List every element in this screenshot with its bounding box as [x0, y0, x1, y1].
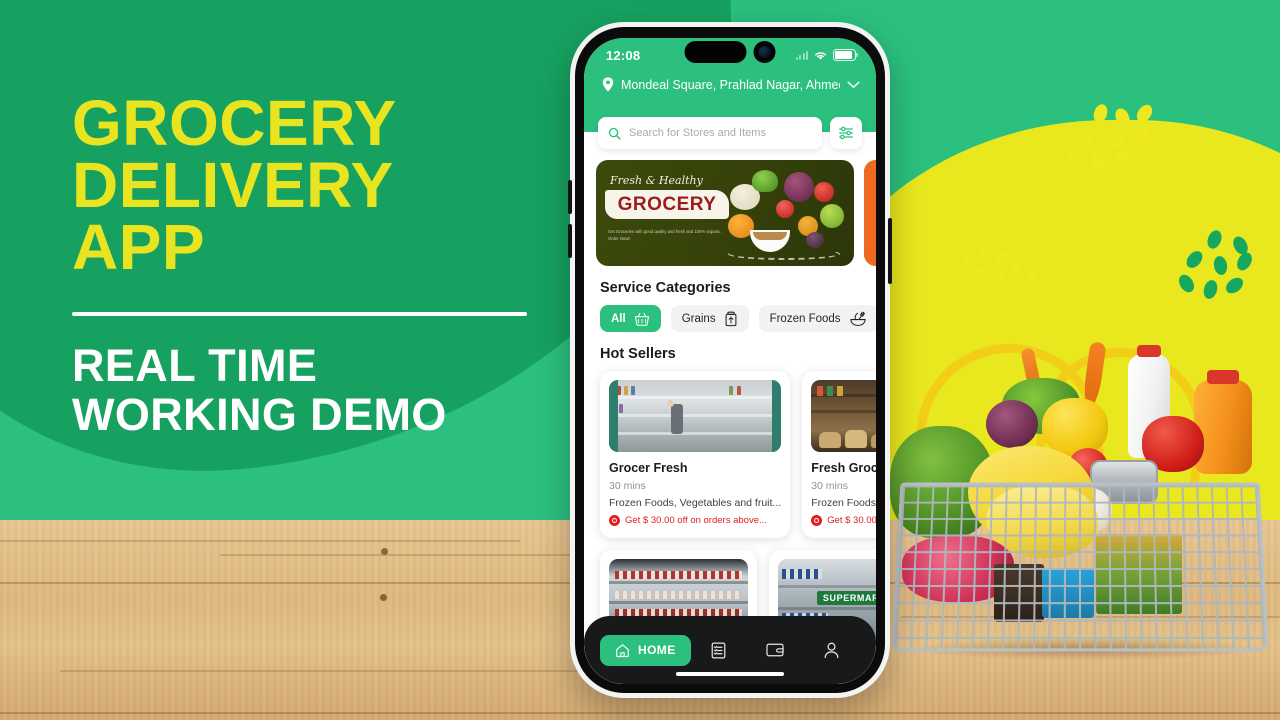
wifi-icon [815, 51, 826, 60]
dynamic-island [684, 41, 776, 63]
chevron-down-icon[interactable] [847, 81, 860, 89]
category-label: All [611, 312, 626, 325]
home-icon [616, 643, 629, 657]
filter-button[interactable] [830, 117, 862, 149]
supermarket-sign: SUPERMAR [816, 591, 876, 605]
page-title: GROCERY DELIVERY APP [72, 87, 542, 284]
banner-subtitle: Get Groceries with good quality and fres… [608, 229, 722, 242]
status-time: 12:08 [606, 47, 641, 63]
search-placeholder: Search for Stores and Items [629, 127, 766, 139]
basket-icon [634, 312, 649, 326]
service-categories-title: Service Categories [600, 280, 731, 296]
category-chip-list[interactable]: All Grains Frozen Foods [584, 305, 876, 332]
volume-up-button[interactable] [568, 180, 572, 214]
front-camera-icon [753, 41, 776, 63]
grocery-basket-photo [890, 337, 1280, 678]
store-card[interactable]: Grocer Fresh 30 mins Frozen Foods, Veget… [600, 371, 791, 538]
promo-banner-carousel[interactable]: Fresh & Healthy GROCERY Get Groceries wi… [584, 160, 876, 266]
subhead-line-1: REAL TIME [72, 340, 318, 392]
nav-item-home[interactable]: HOME [600, 634, 691, 666]
offer-tag-icon [811, 515, 823, 526]
store-categories: Frozen Foods, Vegetables and fruit... [609, 497, 782, 509]
headline-line-1: GROCERY [72, 87, 397, 159]
banner-grocery[interactable]: Fresh & Healthy GROCERY Get Groceries wi… [596, 160, 854, 266]
banner-secondary[interactable]: H T OF AN [864, 160, 876, 266]
banner-word: GROCERY [617, 193, 717, 215]
grapes-icon [986, 400, 1038, 448]
battery-icon [833, 49, 859, 61]
category-label: Frozen Foods [769, 312, 841, 325]
headline-line-2: DELIVERY [72, 149, 394, 222]
store-offer: Get $ 30.00 off on orders above... [609, 515, 781, 526]
promo-copy: GROCERY DELIVERY APP REAL TIME WORKING D… [72, 87, 542, 439]
bottom-navigation[interactable]: HOME [584, 616, 876, 684]
category-chip-grains[interactable]: Grains [670, 305, 749, 332]
search-icon [608, 127, 621, 139]
store-name: Fresh Grocery 4 U [811, 461, 876, 475]
headline-line-3: APP [72, 211, 206, 284]
store-card[interactable]: Fresh Grocery 4 U 30 mins Frozen Foods, … [802, 371, 876, 538]
subhead-line-2: WORKING DEMO [72, 388, 447, 440]
yellow-pepper-icon [1042, 398, 1108, 456]
banner-word-badge: GROCERY [605, 190, 729, 219]
divider [72, 312, 527, 317]
volume-down-button[interactable] [568, 224, 572, 258]
notch-pill [684, 41, 747, 63]
home-indicator [676, 672, 784, 676]
phone-screen: 12:08 Mondeal Square, Prahlad Nagar, Ahm… [584, 38, 876, 684]
filter-sliders-icon [839, 126, 853, 140]
store-name: Grocer Fresh [609, 461, 688, 475]
store-offer-text: Get $ 30.00 off on orders above... [625, 515, 767, 526]
hot-sellers-title: Hot Sellers [600, 346, 676, 362]
location-pin-icon [602, 77, 614, 92]
app-content: Fresh & Healthy GROCERY Get Groceries wi… [584, 132, 876, 684]
status-bar: 12:08 [584, 38, 876, 72]
offer-tag-icon [609, 515, 620, 526]
store-categories: Frozen Foods, Vegetable [811, 497, 876, 509]
category-chip-frozen-foods[interactable]: Frozen Foods [758, 305, 876, 332]
location-text: Mondeal Square, Prahlad Nagar, Ahmeda... [621, 77, 840, 92]
bowl-utensils-icon [849, 311, 866, 326]
phone-mockup: 12:08 Mondeal Square, Prahlad Nagar, Ahm… [568, 22, 892, 698]
grain-jar-icon [725, 311, 737, 326]
app-header: Mondeal Square, Prahlad Nagar, Ahmeda...… [584, 72, 876, 149]
orders-list-icon [711, 641, 726, 659]
power-button[interactable] [888, 218, 892, 284]
category-chip-all[interactable]: All [600, 305, 661, 332]
nav-item-orders[interactable] [691, 641, 747, 660]
store-offer: Get $ 30.00 off on ord [811, 515, 876, 526]
store-offer-text: Get $ 30.00 off on ord [827, 515, 876, 526]
grocery-sacks-photo [811, 380, 876, 452]
wire-basket [891, 482, 1269, 652]
banner-produce-art [722, 166, 850, 262]
grocery-aisle-photo [609, 380, 782, 452]
nav-item-profile[interactable] [804, 641, 860, 660]
category-label: Grains [681, 312, 716, 325]
nav-home-label: HOME [638, 643, 676, 657]
nav-item-wallet[interactable] [747, 641, 803, 659]
banner-title: Fresh & Healthy [610, 174, 703, 187]
hot-sellers-row-1[interactable]: Grocer Fresh 30 mins Frozen Foods, Veget… [584, 371, 876, 538]
poster-canvas: GROCERY DELIVERY APP REAL TIME WORKING D… [0, 0, 1280, 720]
store-delivery-time: 30 mins [811, 480, 848, 492]
search-row: Search for Stores and Items [598, 117, 862, 149]
wallet-icon [766, 643, 784, 657]
page-subtitle: REAL TIME WORKING DEMO [72, 342, 542, 439]
juice-jar-icon [1194, 370, 1252, 474]
signal-icon [795, 50, 808, 60]
location-selector[interactable]: Mondeal Square, Prahlad Nagar, Ahmeda... [598, 74, 862, 106]
search-input[interactable]: Search for Stores and Items [598, 117, 822, 149]
profile-person-icon [824, 642, 839, 658]
store-delivery-time: 30 mins [609, 480, 646, 492]
